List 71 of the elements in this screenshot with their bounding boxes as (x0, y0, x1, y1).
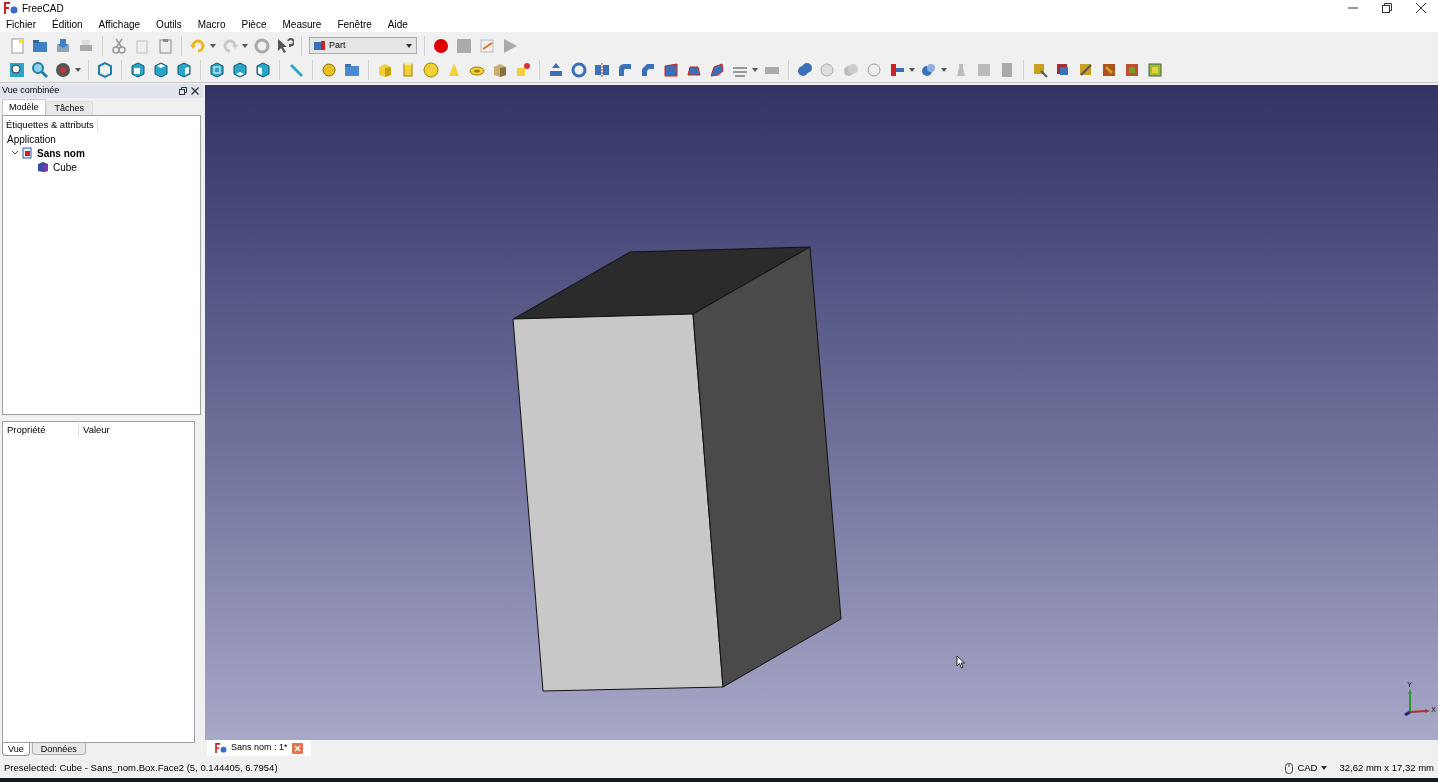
chamfer-icon[interactable] (639, 61, 657, 79)
caret-icon (406, 43, 412, 48)
split-icon[interactable] (920, 61, 938, 79)
menu-item[interactable]: Édition (50, 16, 85, 32)
edit-macro-icon[interactable] (478, 36, 496, 55)
paste-icon[interactable] (156, 36, 174, 55)
window-title: FreeCAD (22, 1, 64, 16)
dimensions-label: 32,62 mm x 17,32 mm (1339, 760, 1434, 775)
column-header: Propriété (3, 422, 79, 438)
ruled-surface-icon[interactable] (662, 61, 680, 79)
group-folder-icon[interactable] (343, 61, 361, 79)
column-header: Valeur (82, 422, 111, 437)
union-icon[interactable] (796, 61, 814, 79)
caret-icon[interactable] (909, 68, 915, 72)
close-icon[interactable] (1416, 3, 1426, 13)
zoom-icon[interactable] (31, 61, 49, 79)
float-icon[interactable] (179, 87, 187, 95)
sweep-icon[interactable] (708, 61, 726, 79)
tree-item[interactable]: Cube (53, 159, 77, 175)
panel-tab[interactable]: Modèle (2, 99, 46, 115)
panel-tab[interactable]: Tâches (45, 101, 94, 115)
menu-item[interactable]: Measure (280, 16, 324, 32)
help-pointer-icon[interactable] (276, 36, 294, 55)
cube-icon (314, 40, 325, 51)
shape-builder-icon[interactable] (514, 61, 532, 79)
caret-icon[interactable] (242, 43, 248, 48)
mouse-icon (1285, 762, 1294, 774)
menu-item[interactable]: Fenêtre (335, 16, 374, 32)
sphere-icon[interactable] (422, 61, 440, 79)
isometric-view-icon[interactable] (96, 61, 114, 79)
document-tab[interactable]: Sans nom : 1* (207, 740, 311, 756)
record-icon[interactable] (432, 36, 450, 55)
fillet-icon[interactable] (616, 61, 634, 79)
app-logo-icon (4, 2, 18, 14)
bottom-view-icon[interactable] (231, 61, 249, 79)
caret-icon[interactable] (75, 68, 81, 72)
tree-item[interactable]: Sans nom (37, 145, 85, 161)
status-message: Preselected: Cube - Sans_nom.Box.Face2 (5, 0.144405, 6.7954) (4, 760, 279, 775)
navigation-style-button[interactable]: CAD (1297, 760, 1328, 776)
cut-icon[interactable] (110, 36, 128, 55)
mouse-pointer-icon (956, 655, 966, 669)
caret-icon[interactable] (210, 43, 216, 48)
panel-title: Vue combinée (2, 84, 61, 98)
column-header: Étiquettes & attributs (3, 118, 98, 132)
extrude-icon[interactable] (547, 61, 565, 79)
front-view-icon[interactable] (129, 61, 147, 79)
caret-icon (1321, 766, 1328, 770)
caret-icon[interactable] (941, 68, 947, 72)
panel-tab[interactable]: Vue (2, 743, 30, 756)
workbench-dropdown[interactable]: Part (309, 37, 417, 54)
right-view-icon[interactable] (175, 61, 193, 79)
top-view-icon[interactable] (152, 61, 170, 79)
menu-item[interactable]: Fichier (4, 16, 38, 32)
menu-item[interactable]: Macro (195, 16, 228, 32)
menu-item[interactable]: Outils (154, 16, 184, 32)
restore-icon[interactable] (1382, 3, 1392, 13)
mirror-icon[interactable] (593, 61, 611, 79)
menu-item[interactable]: Affichage (96, 16, 143, 32)
left-view-icon[interactable] (254, 61, 272, 79)
cube-icon (37, 161, 49, 173)
rear-view-icon[interactable] (208, 61, 226, 79)
expand-chevron-icon[interactable] (11, 150, 19, 156)
caret-icon[interactable] (752, 68, 758, 72)
tree-item[interactable]: Application (7, 131, 56, 147)
panel-tab[interactable]: Données (31, 743, 86, 755)
menu-item[interactable]: Aide (385, 16, 410, 32)
document-icon (21, 147, 33, 159)
menu-item[interactable]: Pièce (239, 16, 269, 32)
save-icon[interactable] (54, 36, 72, 55)
app-logo-icon (215, 743, 227, 753)
close-icon[interactable] (191, 87, 199, 95)
